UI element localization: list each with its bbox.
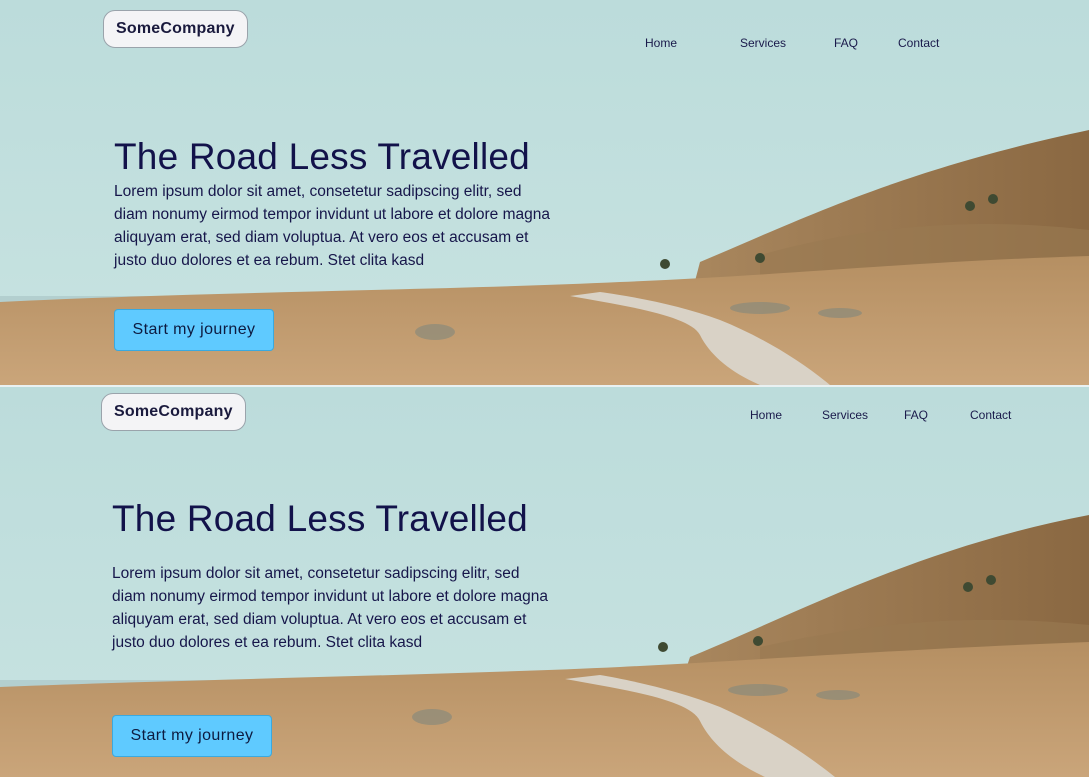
start-journey-button[interactable]: Start my journey <box>114 309 274 351</box>
nav-faq-link[interactable]: FAQ <box>834 36 858 50</box>
nav-contact-link[interactable]: Contact <box>970 408 1011 422</box>
nav-services-link[interactable]: Services <box>822 408 868 422</box>
hero-section-top: SomeCompany Home Services FAQ Contact Th… <box>0 0 1089 385</box>
nav-home-link[interactable]: Home <box>750 408 782 422</box>
hero-section-bottom: SomeCompany Home Services FAQ Contact Th… <box>0 387 1089 777</box>
nav-contact-link[interactable]: Contact <box>898 36 939 50</box>
brand-logo[interactable]: SomeCompany <box>101 393 246 431</box>
nav-services-link[interactable]: Services <box>740 36 786 50</box>
start-journey-button[interactable]: Start my journey <box>112 715 272 757</box>
hero-description: Lorem ipsum dolor sit amet, consetetur s… <box>112 565 548 651</box>
hero-title: The Road Less Travelled <box>114 136 530 177</box>
hero-description: Lorem ipsum dolor sit amet, consetetur s… <box>114 183 550 269</box>
nav-faq-link[interactable]: FAQ <box>904 408 928 422</box>
nav-home-link[interactable]: Home <box>645 36 677 50</box>
brand-logo[interactable]: SomeCompany <box>103 10 248 48</box>
hero-title: The Road Less Travelled <box>112 498 528 539</box>
